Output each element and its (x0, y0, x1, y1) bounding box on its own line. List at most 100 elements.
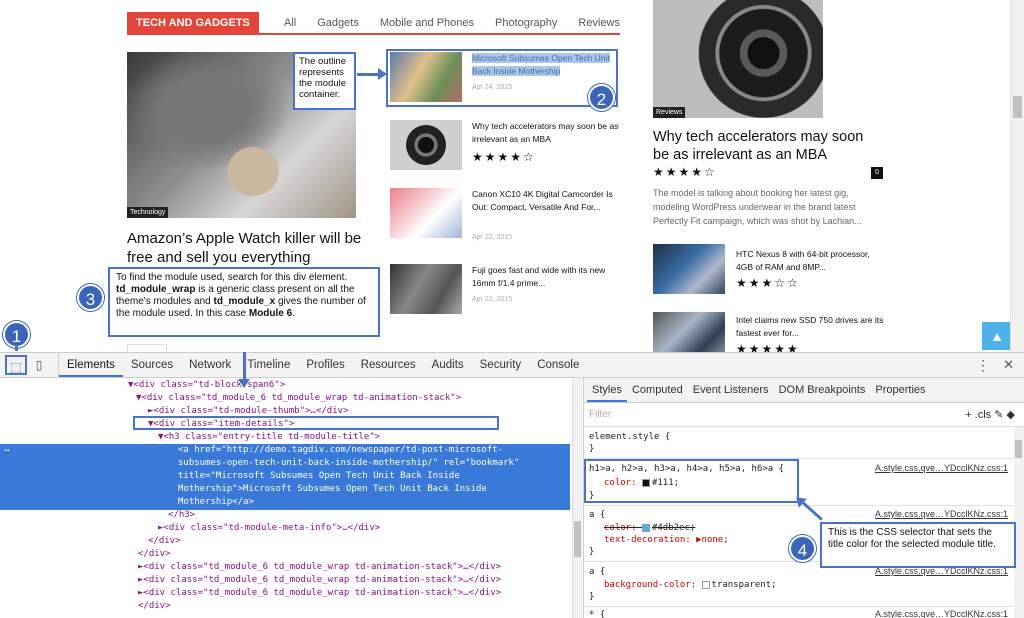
pin-icon[interactable]: ✎ (994, 409, 1003, 421)
css-selector-outline (584, 459, 799, 503)
dom-line[interactable]: </div> (138, 548, 582, 561)
rule-divider (584, 606, 1014, 607)
featured-post-title[interactable]: Why tech accelerators may soon be as irr… (653, 128, 883, 164)
pagination[interactable] (127, 344, 167, 352)
dom-line[interactable]: Mothership</a> (178, 496, 582, 509)
module-node-outline (133, 416, 499, 430)
post-title[interactable]: Canon XC10 4K Digital Camcorder Is Out: … (472, 188, 622, 214)
inspect-element-icon[interactable]: ⬚ (5, 355, 27, 375)
rule-close: } (589, 592, 595, 602)
tab-profiles[interactable]: Profiles (298, 353, 352, 377)
comment-count[interactable]: 0 (871, 167, 883, 179)
block-title-underline (127, 33, 620, 35)
elements-tree[interactable]: ▼<div class="td-block-span6"> ▼<div class… (0, 378, 582, 618)
tab-console[interactable]: Console (529, 353, 587, 377)
category-tag[interactable]: Technology (127, 207, 169, 218)
anchor-selector[interactable]: a { (589, 566, 605, 578)
more-options-icon[interactable]: ⋮ (976, 353, 990, 377)
tab-elements[interactable]: Elements (59, 353, 123, 377)
tab-network[interactable]: Network (181, 353, 239, 377)
element-style-selector[interactable]: element.style { (589, 431, 670, 443)
elements-scrollbar[interactable] (572, 378, 582, 618)
overridden-color-declaration[interactable]: color: #4db2ec; (604, 522, 695, 534)
dom-line[interactable]: </h3> (168, 509, 582, 522)
filter-all[interactable]: All (284, 17, 296, 29)
text-decoration-declaration[interactable]: text-decoration: ▶none; (604, 534, 729, 546)
toggle-icon[interactable]: ◆ (1007, 409, 1015, 421)
tab-security[interactable]: Security (472, 353, 530, 377)
styles-filter[interactable]: Filter + .cls ✎ ◆ (584, 403, 1024, 427)
rule-source-link[interactable]: A.style.css,qve…YDcclKNz.css:1 (875, 509, 1008, 519)
list-item: Canon XC10 4K Digital Camcorder Is Out: … (390, 188, 630, 243)
prop-line[interactable]: text-decoration: ▶none; (604, 535, 729, 545)
dom-line[interactable]: ►<div class="td_module_6 td_module_wrap … (138, 561, 582, 574)
color-swatch-icon[interactable] (641, 523, 650, 532)
elements-scrollbar-thumb[interactable] (574, 521, 581, 557)
prop-value[interactable]: #4db2ec; (652, 523, 695, 533)
tab-timeline[interactable]: Timeline (239, 353, 298, 377)
post-thumb[interactable] (390, 120, 462, 170)
tab-sources[interactable]: Sources (123, 353, 181, 377)
post-thumb[interactable] (653, 244, 725, 294)
prop-value[interactable]: transparent; (712, 580, 777, 590)
tab-resources[interactable]: Resources (353, 353, 424, 377)
dom-line[interactable]: title="Microsoft Subsumes Open Tech Unit… (178, 470, 582, 483)
note-intro: To find the module used, search for this… (116, 272, 348, 283)
module-outline (386, 49, 618, 107)
block-filters: All Gadgets Mobile and Phones Photograph… (284, 17, 620, 29)
main-post-title[interactable]: Amazon’s Apple Watch killer will be free… (127, 229, 367, 267)
arrow-connector-icon (15, 345, 18, 351)
prop-name[interactable]: color: (604, 523, 637, 533)
post-thumb[interactable] (390, 188, 462, 238)
tab-computed[interactable]: Computed (627, 378, 688, 402)
filter-tools[interactable]: + .cls ✎ ◆ (965, 403, 1015, 427)
prop-name[interactable]: background-color: (604, 580, 696, 590)
filter-input[interactable]: Filter (589, 409, 611, 420)
close-devtools-icon[interactable]: ✕ (1003, 353, 1014, 377)
post-title[interactable]: Intel claims new SSD 750 drives are its … (736, 314, 886, 340)
post-thumb[interactable] (390, 264, 462, 314)
post-thumb[interactable] (653, 312, 725, 352)
filter-photography[interactable]: Photography (495, 17, 557, 29)
add-rule-cls-icons[interactable]: + .cls (965, 409, 991, 421)
background-declaration[interactable]: background-color: transparent; (604, 579, 777, 591)
post-title[interactable]: Fuji goes fast and wide with its new 16m… (472, 264, 622, 290)
dom-line[interactable]: ▼<h3 class="entry-title td-module-title"… (158, 431, 582, 444)
universal-selector[interactable]: * { (589, 609, 605, 618)
node-dots[interactable]: … (4, 444, 9, 454)
dom-line[interactable]: ▼<div class="td-block-span6"> (128, 379, 582, 392)
tab-audits[interactable]: Audits (424, 353, 472, 377)
dom-line[interactable]: ►<div class="td_module_6 td_module_wrap … (138, 587, 582, 600)
anchor-selector[interactable]: a { (589, 509, 605, 521)
tab-styles[interactable]: Styles (587, 378, 627, 402)
annotation-badge-3: 3 (77, 284, 104, 311)
category-tag[interactable]: Reviews (653, 107, 686, 118)
back-to-top-button[interactable]: ▲ (982, 322, 1012, 350)
filter-mobile[interactable]: Mobile and Phones (380, 17, 474, 29)
rule-source-link[interactable]: A.style.css,qve…YDcclKNz.css:1 (875, 463, 1008, 473)
filter-reviews[interactable]: Reviews (578, 17, 620, 29)
note-module-wrap: td_module_wrap (116, 284, 196, 295)
styles-scrollbar-thumb[interactable] (1015, 440, 1022, 458)
color-swatch-icon[interactable] (701, 580, 710, 589)
dom-line[interactable]: ▼<div class="td_module_6 td_module_wrap … (136, 392, 582, 405)
tab-event-listeners[interactable]: Event Listeners (688, 378, 774, 402)
dom-line[interactable]: ►<div class="td_module_6 td_module_wrap … (138, 574, 582, 587)
filter-gadgets[interactable]: Gadgets (317, 17, 359, 29)
dom-line[interactable]: ►<div class="td-module-meta-info">…</div… (158, 522, 582, 535)
dom-line[interactable]: </div> (148, 535, 582, 548)
post-title[interactable]: HTC Nexus 8 with 64-bit processor, 4GB o… (736, 248, 886, 274)
tab-dom-breakpoints[interactable]: DOM Breakpoints (774, 378, 871, 402)
featured-post-image[interactable]: Reviews (653, 0, 823, 118)
post-title[interactable]: Why tech accelerators may soon be as irr… (472, 120, 622, 146)
page-scrollbar[interactable] (1010, 0, 1024, 352)
rule-source-link[interactable]: A.style.css,qve…YDcclKNz.css:1 (875, 609, 1008, 618)
dom-line[interactable]: <a href="http://demo.tagdiv.com/newspape… (178, 444, 582, 457)
tab-properties[interactable]: Properties (870, 378, 930, 402)
dom-line[interactable]: Mothership">Microsoft Subsumes Open Tech… (178, 483, 582, 496)
annotation-badge-2: 2 (588, 84, 615, 111)
dom-line[interactable]: subsumes-open-tech-unit-back-inside-moth… (178, 457, 582, 470)
dom-line[interactable]: </div> (138, 600, 582, 613)
device-mode-icon[interactable]: ▯ (28, 355, 50, 375)
page-scrollbar-thumb[interactable] (1013, 96, 1022, 118)
